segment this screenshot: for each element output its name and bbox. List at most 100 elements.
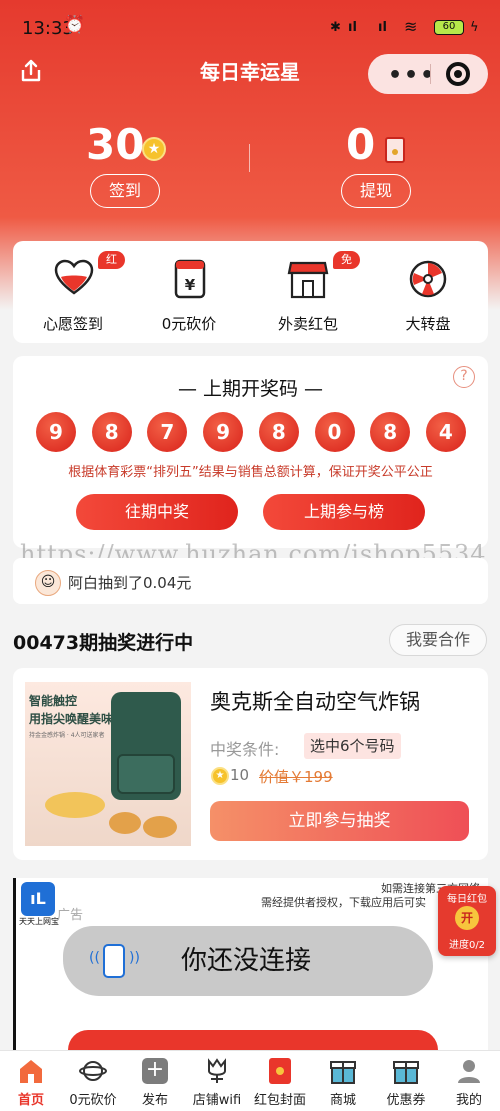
lottery-card: — 上期开奖码 — ? 98798084 根据体育彩票“排列五”结果与销售总额计… xyxy=(13,356,488,548)
lottery-number-ball: 4 xyxy=(425,412,466,452)
quick-action-label: 大转盘 xyxy=(405,315,451,333)
capsule-divider xyxy=(430,64,431,84)
more-icon[interactable]: ••• xyxy=(388,63,436,88)
quick-action-badge: 免费 xyxy=(333,251,360,282)
wifi-icon: ≋ xyxy=(404,17,418,36)
signal-wave-icon: )) xyxy=(129,950,140,966)
product-card[interactable]: 智能触控 用指尖唤醒美味 持金金感炸锅 · 4人可送家者 奥克斯全自动空气炸锅 … xyxy=(13,668,488,860)
tab-coupons[interactable]: 优惠券 xyxy=(375,1051,437,1111)
chevron-down-icon[interactable]: ⌄ xyxy=(71,906,80,919)
signal-icon: ıl xyxy=(348,20,357,35)
home-icon xyxy=(20,1060,42,1083)
open-redpack-icon: 开 xyxy=(455,906,479,930)
user-avatar: ☺ xyxy=(35,570,61,596)
app-logo-icon: ıL xyxy=(21,882,55,916)
star-coin-icon: ★ xyxy=(211,767,229,785)
prize-wheel-icon xyxy=(409,260,447,298)
lottery-number-ball: 8 xyxy=(370,412,411,452)
alarm-icon: ⏰ xyxy=(64,15,86,35)
ad-notice: 需经提供者授权，下载应用后可实 xyxy=(261,896,426,909)
battery-icon: 60 xyxy=(434,20,464,35)
product-image: 智能触控 用指尖唤醒美味 持金金感炸锅 · 4人可送家者 xyxy=(25,682,191,846)
tab-profile[interactable]: 我的 xyxy=(438,1051,500,1111)
daily-redpack-widget[interactable]: 每日红包 开 进度0/2 xyxy=(438,886,496,956)
gift-box-icon xyxy=(330,1061,356,1084)
quick-action-takeout-redpack[interactable]: 免费 外卖红包 xyxy=(263,241,360,343)
bottom-tab-bar: 首页 0元砍价 + 发布 店铺wifi 红包封面 商城 优惠券 我的 xyxy=(0,1050,500,1111)
charging-icon: ϟ xyxy=(470,20,479,35)
signal-icon-2: ıl xyxy=(378,20,387,35)
price-tag-icon: ¥ xyxy=(174,259,206,299)
tab-label: 我的 xyxy=(455,1093,482,1108)
product-image-subcaption: 持金金感炸锅 · 4人可送家者 xyxy=(29,732,105,739)
balance-value: 0 xyxy=(346,120,376,169)
quick-action-label: 心愿签到 xyxy=(42,315,103,333)
past-winners-button[interactable]: 往期中奖 xyxy=(76,494,238,530)
ad-banner[interactable]: ıL 天天上网宝 广告 ⌄ 如需连接第三方网络 需经提供者授权，下载应用后可实 … xyxy=(13,878,488,1050)
lottery-note: 根据体育彩票“排列五”结果与销售总额计算，保证开奖公平公正 xyxy=(68,465,433,480)
lottery-number-ball: 0 xyxy=(314,412,355,452)
ad-action-button[interactable] xyxy=(68,1030,438,1050)
mini-program-capsule: ••• xyxy=(368,54,488,94)
red-envelope-icon xyxy=(269,1058,291,1084)
help-icon[interactable]: ? xyxy=(453,366,475,388)
points-value: 30 xyxy=(86,120,145,169)
tab-home[interactable]: 首页 xyxy=(0,1051,62,1111)
product-value: 价值￥199 xyxy=(259,768,333,786)
tab-publish[interactable]: + 发布 xyxy=(124,1051,186,1111)
quick-action-wheel[interactable]: 大转盘 xyxy=(383,241,473,343)
coupon-icon xyxy=(393,1061,419,1084)
withdraw-button[interactable]: 提现 xyxy=(341,174,411,208)
draw-heading: 00473期抽奖进行中 xyxy=(13,632,194,654)
lottery-number-ball: 8 xyxy=(91,412,132,452)
tab-mall[interactable]: 商城 xyxy=(312,1051,374,1111)
daily-redpack-progress: 进度0/2 xyxy=(448,940,486,951)
close-mini-program-icon[interactable] xyxy=(446,62,470,86)
user-icon xyxy=(458,1060,480,1083)
quick-action-badge: 红包 xyxy=(98,251,125,282)
lottery-number-ball: 8 xyxy=(258,412,299,452)
quick-actions-card: 红包 心愿签到 ¥ 0元砍价 免费 外卖红包 大转盘 xyxy=(13,241,488,343)
lottery-number-ball: 7 xyxy=(147,412,188,452)
tart xyxy=(143,816,177,838)
plus-icon: + xyxy=(142,1058,168,1084)
shop-icon xyxy=(287,261,329,299)
signal-wave-icon: (( xyxy=(89,950,100,966)
tulip-icon xyxy=(208,1058,226,1083)
ad-border xyxy=(13,878,16,1050)
last-participants-button[interactable]: 上期参与榜 xyxy=(263,494,425,530)
tart xyxy=(109,812,141,834)
win-condition-label: 中奖条件: xyxy=(210,740,280,759)
svg-text:¥: ¥ xyxy=(185,276,196,294)
planet-icon xyxy=(79,1061,107,1081)
lottery-title: — 上期开奖码 — xyxy=(177,378,324,400)
product-image-caption: 用指尖唤醒美味 xyxy=(29,712,114,726)
tab-zero-bargain[interactable]: 0元砍价 xyxy=(62,1051,124,1111)
status-bar: 13:33 ⏰ ✱ ıl ıl ≋ 60 ϟ xyxy=(0,0,500,52)
checkin-button[interactable]: 签到 xyxy=(90,174,160,208)
heart-icon xyxy=(54,259,94,295)
lottery-number-ball: 9 xyxy=(36,412,76,452)
product-image-caption: 智能触控 xyxy=(29,694,78,708)
winner-ticker: ☺ 阿白抽到了0.04元 xyxy=(13,558,488,604)
star-coin-icon: ★ xyxy=(142,137,166,161)
phone-icon xyxy=(103,944,125,978)
lottery-numbers: 98798084 xyxy=(13,412,488,456)
tab-redpack-cover[interactable]: 红包封面 xyxy=(249,1051,311,1111)
tab-shop-wifi[interactable]: 店铺wifi xyxy=(186,1051,248,1111)
ad-message: 你还没连接 xyxy=(181,946,312,976)
app-name: 天天上网宝 xyxy=(19,917,59,926)
quick-action-label: 外卖红包 xyxy=(277,315,338,333)
share-icon[interactable] xyxy=(18,58,44,84)
product-name: 奥克斯全自动空气炸锅 xyxy=(210,690,420,714)
stats-divider xyxy=(249,144,250,172)
coin-cost: 10 xyxy=(230,766,250,784)
quick-action-label: 0元砍价 xyxy=(161,315,217,333)
red-envelope-icon xyxy=(385,137,405,163)
cooperate-button[interactable]: 我要合作 xyxy=(389,624,487,656)
lottery-number-ball: 9 xyxy=(203,412,244,452)
join-draw-button[interactable]: 立即参与抽奖 xyxy=(210,801,469,841)
quick-action-wish-checkin[interactable]: 红包 心愿签到 xyxy=(28,241,125,343)
bluetooth-icon: ✱ xyxy=(330,20,341,35)
quick-action-zero-bargain[interactable]: ¥ 0元砍价 xyxy=(144,241,234,343)
